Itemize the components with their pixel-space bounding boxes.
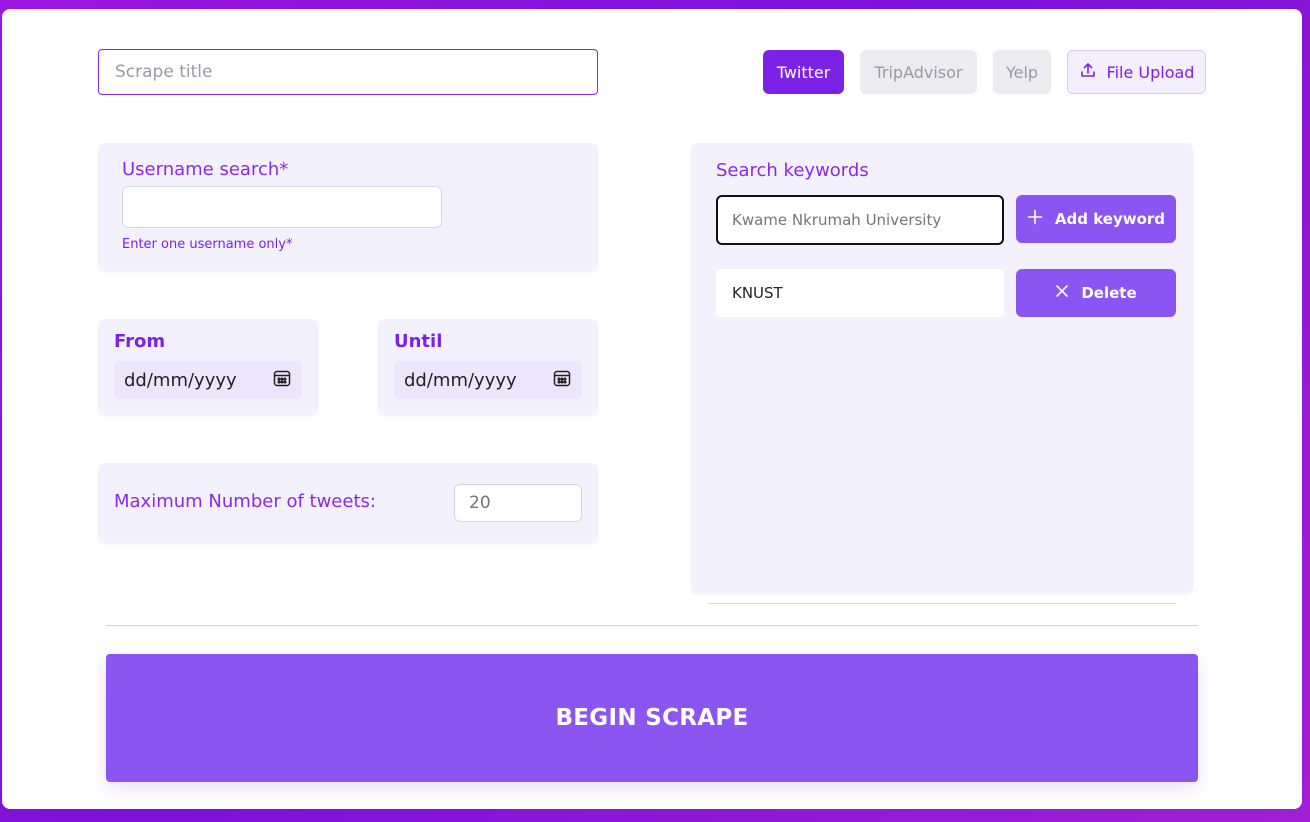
from-date-value: dd/mm/yyyy	[124, 369, 237, 391]
until-label: Until	[394, 331, 443, 352]
delete-keyword-button[interactable]: Delete	[1016, 269, 1176, 317]
username-input[interactable]	[122, 186, 442, 228]
until-date-panel: Until dd/mm/yyyy	[378, 319, 598, 415]
plus-icon	[1027, 209, 1043, 229]
from-date-panel: From dd/mm/yyyy	[98, 319, 318, 415]
source-tab-twitter[interactable]: Twitter	[763, 50, 844, 94]
calendar-icon[interactable]	[552, 368, 572, 392]
close-icon	[1055, 284, 1069, 302]
add-keyword-button[interactable]: Add keyword	[1016, 195, 1176, 243]
keyword-item-value: KNUST	[732, 284, 783, 302]
scrape-form-card: Twitter TripAdvisor Yelp File Upload Use…	[2, 9, 1302, 809]
section-divider	[106, 625, 1198, 626]
keyword-input[interactable]	[716, 195, 1004, 245]
from-date-input[interactable]: dd/mm/yyyy	[114, 361, 302, 399]
max-tweets-label: Maximum Number of tweets:	[114, 491, 376, 512]
max-tweets-input[interactable]	[454, 484, 582, 522]
until-date-value: dd/mm/yyyy	[404, 369, 517, 391]
add-keyword-label: Add keyword	[1054, 210, 1166, 228]
max-tweets-panel: Maximum Number of tweets:	[98, 463, 598, 543]
keywords-label: Search keywords	[716, 160, 869, 181]
until-date-input[interactable]: dd/mm/yyyy	[394, 361, 582, 399]
keyword-item: KNUST	[716, 269, 1004, 317]
file-upload-button[interactable]: File Upload	[1067, 50, 1206, 94]
from-label: From	[114, 331, 166, 352]
username-hint: Enter one username only*	[122, 237, 293, 252]
delete-keyword-label: Delete	[1081, 284, 1137, 302]
begin-scrape-button[interactable]: BEGIN SCRAPE	[106, 654, 1198, 782]
source-tab-tripadvisor[interactable]: TripAdvisor	[860, 50, 977, 94]
scrape-title-input[interactable]	[98, 49, 598, 95]
username-label: Username search*	[122, 159, 289, 180]
keywords-panel: Search keywords Add keyword KNUST Delete	[691, 143, 1193, 593]
calendar-icon[interactable]	[272, 368, 292, 392]
file-upload-label: File Upload	[1106, 62, 1195, 82]
upload-icon	[1079, 61, 1097, 83]
username-panel: Username search* Enter one username only…	[98, 143, 598, 271]
source-tab-yelp[interactable]: Yelp	[993, 50, 1051, 94]
keywords-divider	[708, 603, 1176, 604]
